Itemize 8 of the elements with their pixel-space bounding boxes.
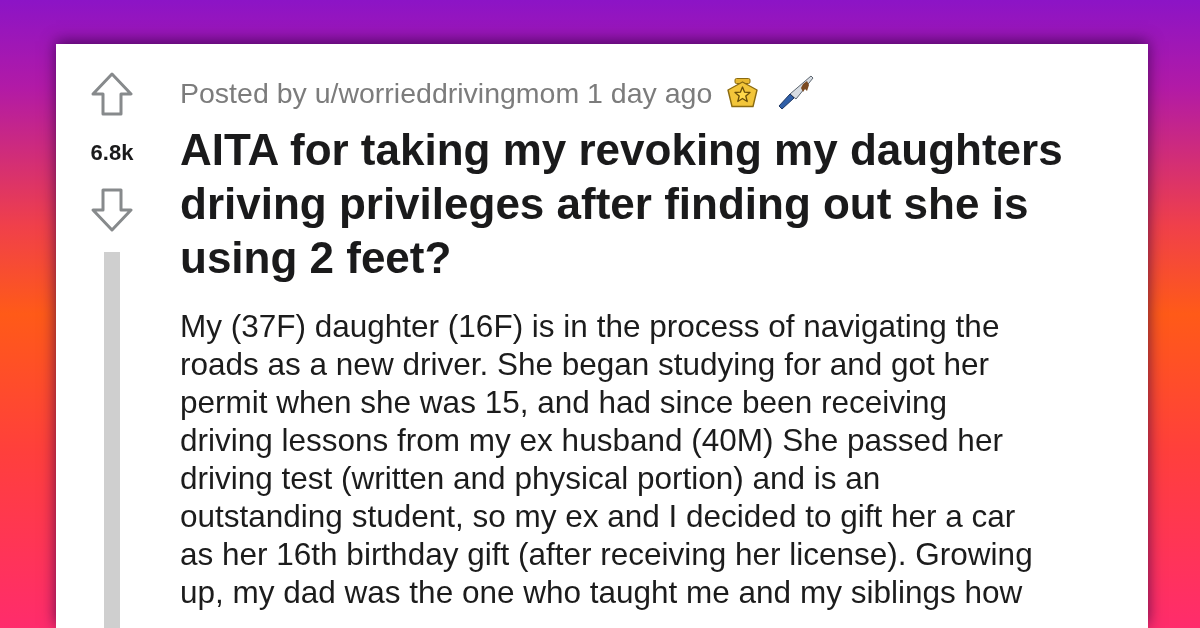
knife-icon xyxy=(776,75,815,110)
post-title: AITA for taking my revoking my daughters driving privileges after finding out she is using 2 feet? xyxy=(180,124,1064,284)
downvote-icon[interactable] xyxy=(91,188,133,232)
post-byline: Posted by u/worrieddrivingmom 1 day ago xyxy=(180,75,713,110)
vote-count: 6.8k xyxy=(90,140,134,166)
star-badge-icon xyxy=(726,77,760,108)
upvote-icon[interactable] xyxy=(91,72,133,116)
post-body: My (37F) daughter (16F) is in the process of navigating the roads as a new driver. She began studying for and got her permit when she was 15, and had since been receiving driving lessons from my ex husband (40M) She passed her driving test (written and physical portion) and is an outstanding student, so my ex and I decided to gift her a car as her 16th birthday gift (after receiving her license). Growing up, my dad was the one who taught me and my siblings how xyxy=(180,307,1034,611)
